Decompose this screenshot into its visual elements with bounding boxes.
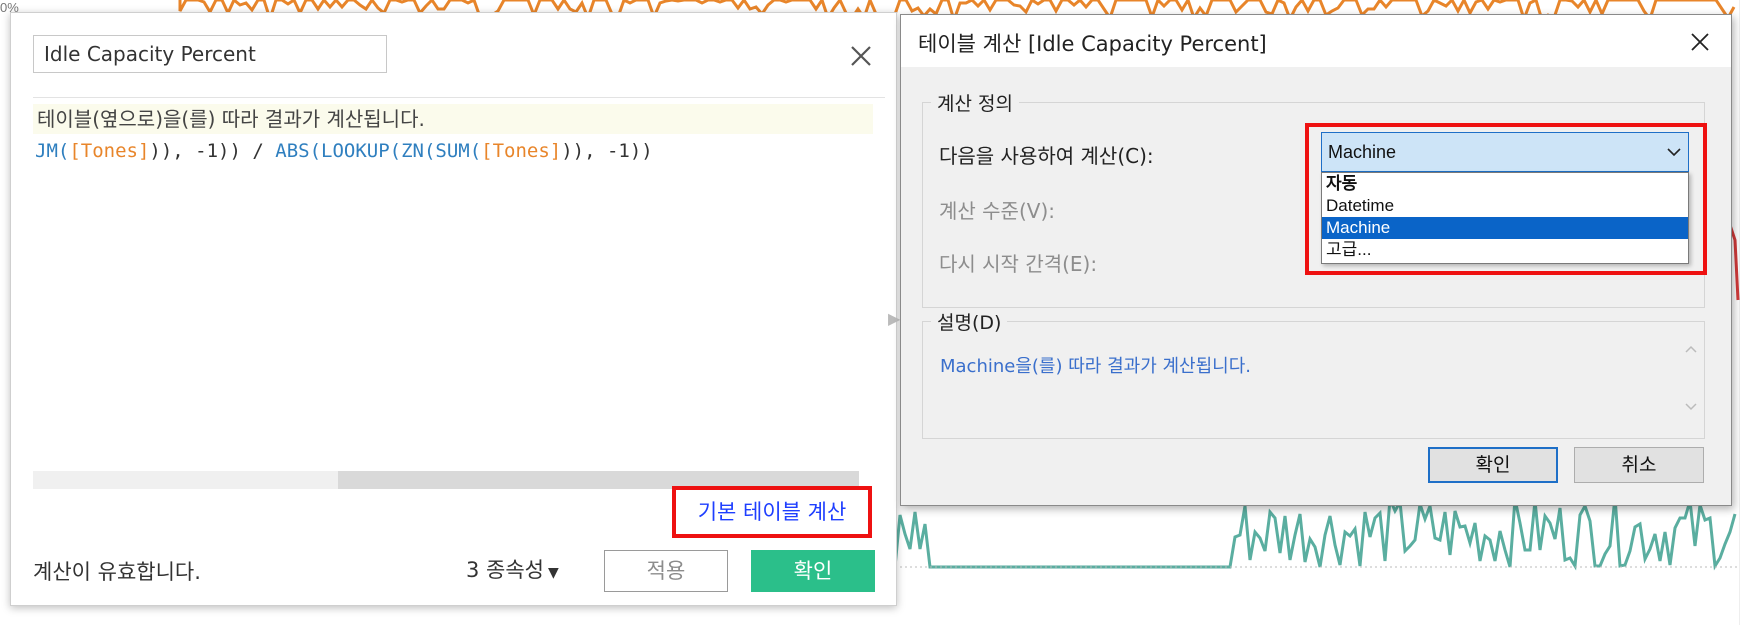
level-label: 계산 수준(V): <box>939 199 1055 223</box>
formula-part: ABS(LOOKUP(ZN(SUM( <box>275 140 482 162</box>
dropdown-option-auto[interactable]: 자동 <box>1322 173 1688 195</box>
compute-using-value: Machine <box>1328 142 1397 162</box>
ok-button[interactable]: 확인 <box>1428 447 1558 483</box>
teal-series-path <box>893 496 1737 571</box>
caret-down-icon: ▼ <box>548 565 559 581</box>
formula-part: )), -1)) / <box>149 140 276 162</box>
validation-status: 계산이 유효합니다. <box>33 560 201 584</box>
formula-field: [Tones] <box>69 140 150 162</box>
dialog-title: 테이블 계산 [Idle Capacity Percent] <box>918 32 1267 56</box>
calculation-editor: 테이블(옆으로)을(를) 따라 결과가 계산됩니다. JM([Tones])),… <box>10 12 900 606</box>
formula-editor[interactable]: JM([Tones])), -1)) / ABS(LOOKUP(ZN(SUM([… <box>35 137 653 165</box>
formula-part: )), -1)) <box>561 140 653 162</box>
expand-arrow-icon[interactable]: ▶ <box>888 309 900 328</box>
chevron-down-icon <box>1667 148 1681 157</box>
default-table-calculation-link[interactable]: 기본 테이블 계산 <box>672 486 872 538</box>
dialog-titlebar: 테이블 계산 [Idle Capacity Percent] <box>901 15 1731 67</box>
formula-part: JM( <box>35 140 70 162</box>
compute-using-dropdown-list: 자동 Datetime Machine 고급... <box>1321 172 1689 264</box>
description-group: Machine을(를) 따라 결과가 계산됩니다. <box>922 321 1705 439</box>
dropdown-option-advanced[interactable]: 고급... <box>1322 239 1688 261</box>
scroll-down-icon[interactable] <box>1683 400 1699 414</box>
formula-field: [Tones] <box>481 140 562 162</box>
dropdown-option-machine[interactable]: Machine <box>1322 217 1688 239</box>
dropdown-option-datetime[interactable]: Datetime <box>1322 195 1688 217</box>
ok-button[interactable]: 확인 <box>751 550 875 592</box>
teal-series-line <box>893 496 1737 571</box>
cancel-button[interactable]: 취소 <box>1574 447 1704 483</box>
apply-button[interactable]: 적용 <box>604 550 728 592</box>
table-calculation-dialog: 테이블 계산 [Idle Capacity Percent] 계산 정의 다음을… <box>900 14 1732 506</box>
close-icon[interactable] <box>1685 27 1715 57</box>
divider <box>33 97 885 98</box>
compute-using-label: 다음을 사용하여 계산(C): <box>939 144 1154 168</box>
scroll-up-icon[interactable] <box>1683 342 1699 356</box>
compute-using-select[interactable]: Machine <box>1321 132 1689 172</box>
calculation-hint: 테이블(옆으로)을(를) 따라 결과가 계산됩니다. <box>33 104 873 134</box>
group-title-description: 설명(D) <box>931 308 1008 335</box>
restart-every-label: 다시 시작 간격(E): <box>939 252 1098 276</box>
calculation-name-input[interactable] <box>33 35 387 73</box>
close-icon[interactable] <box>846 41 876 71</box>
group-title-definition: 계산 정의 <box>931 89 1019 116</box>
description-text: Machine을(를) 따라 결과가 계산됩니다. <box>940 356 1251 377</box>
dependencies-label: 3 종속성 <box>466 558 544 582</box>
dependencies-dropdown[interactable]: 3 종속성 ▼ <box>466 554 559 584</box>
